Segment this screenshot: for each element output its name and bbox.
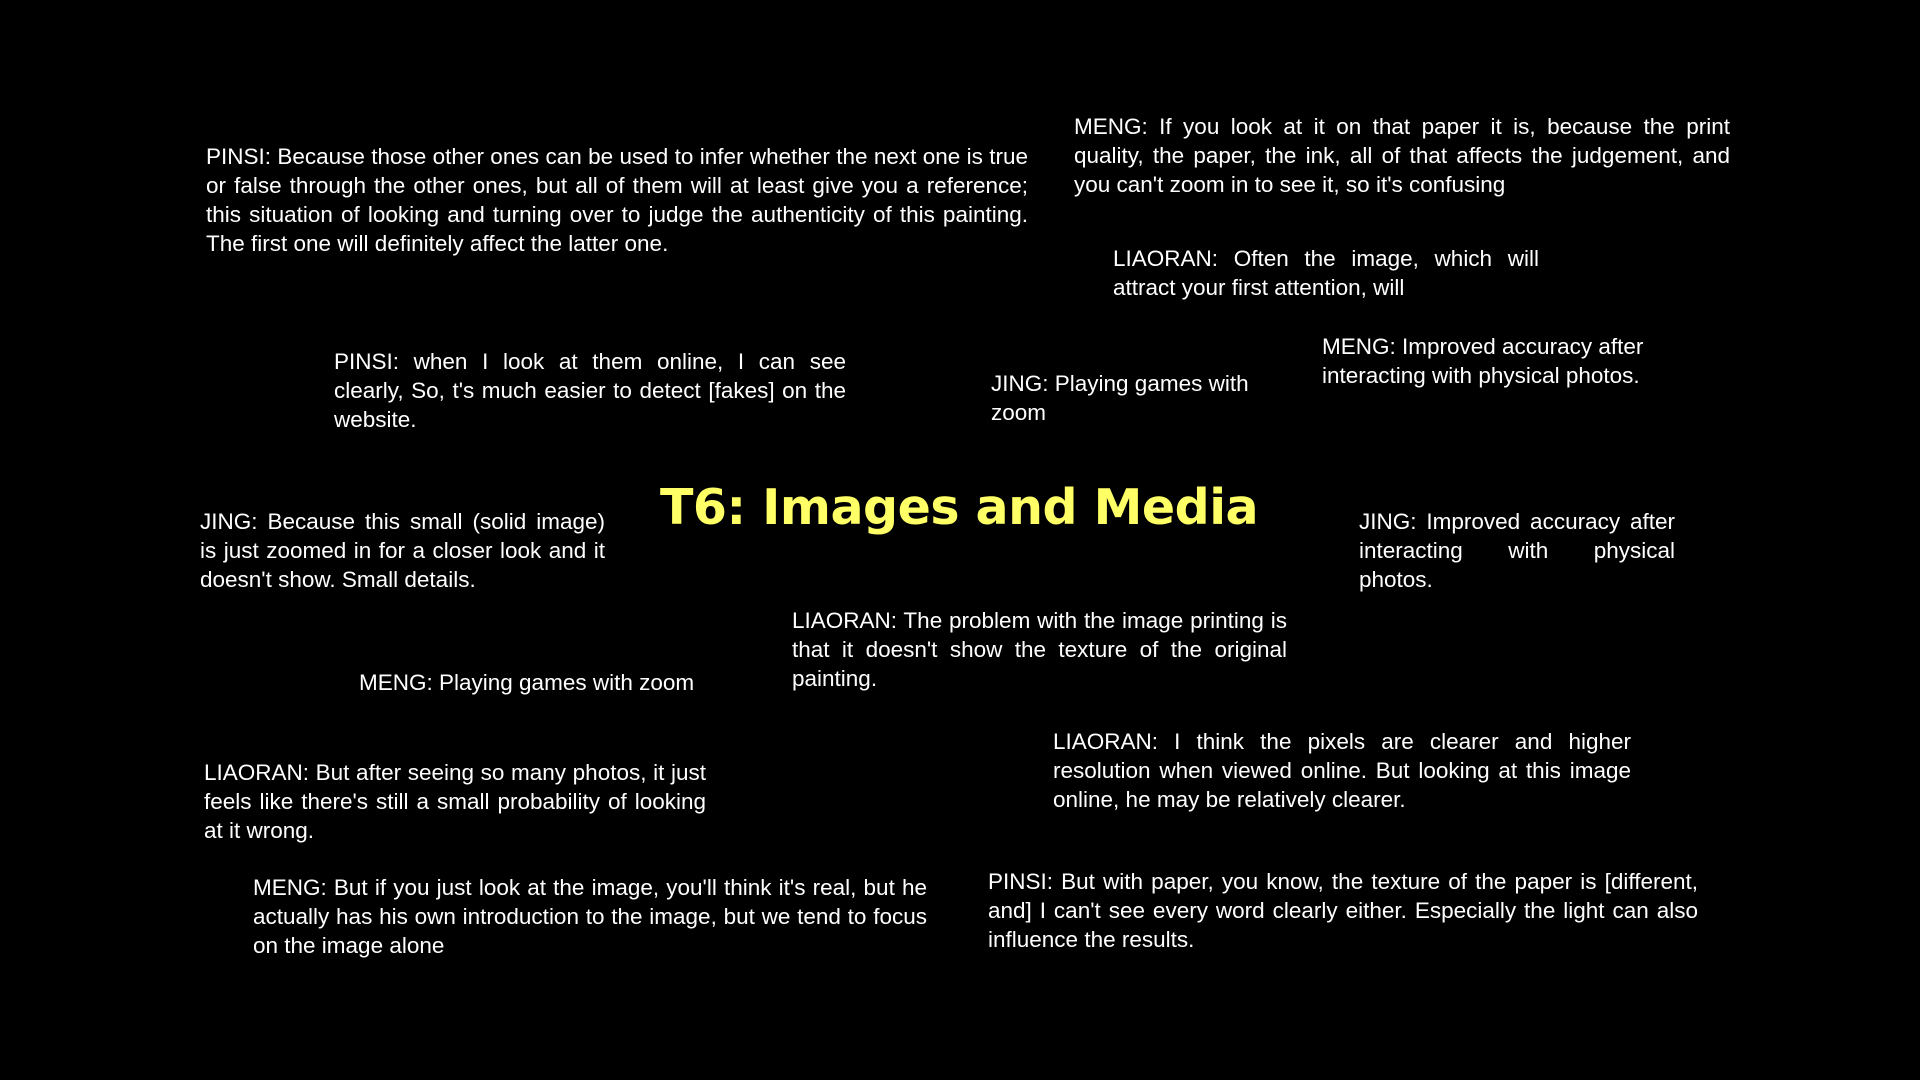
quote-jing-accuracy: JING: Improved accuracy after interactin… (1359, 509, 1675, 592)
slide-title: T6: Images and Media (660, 479, 1259, 536)
quote-liaoran-probability: LIAORAN: But after seeing so many photos… (204, 760, 706, 843)
quote-meng-print-quality: MENG: If you look at it on that paper it… (1074, 114, 1730, 197)
quote-liaoran-first-attention: LIAORAN: Often the image, which will att… (1113, 246, 1539, 300)
quote-meng-zoom-games: MENG: Playing games with zoom (359, 670, 695, 695)
quote-liaoran-texture: LIAORAN: The problem with the image prin… (792, 608, 1287, 691)
quote-meng-accuracy: MENG: Improved accuracy after interactin… (1322, 334, 1644, 388)
slide: T6: Images and Media PINSI: Because thos… (0, 0, 1920, 1080)
quote-pinsi-reference: PINSI: Because those other ones can be u… (206, 144, 1028, 256)
quote-pinsi-online: PINSI: when I look at them online, I can… (334, 349, 846, 432)
quote-pinsi-paper-texture: PINSI: But with paper, you know, the tex… (988, 869, 1698, 952)
quote-jing-small-details: JING: Because this small (solid image) i… (200, 509, 605, 592)
quote-jing-zoom-games: JING: Playing games with zoom (991, 371, 1249, 425)
quote-meng-introduction: MENG: But if you just look at the image,… (253, 875, 927, 958)
quote-liaoran-pixels: LIAORAN: I think the pixels are clearer … (1053, 729, 1631, 812)
